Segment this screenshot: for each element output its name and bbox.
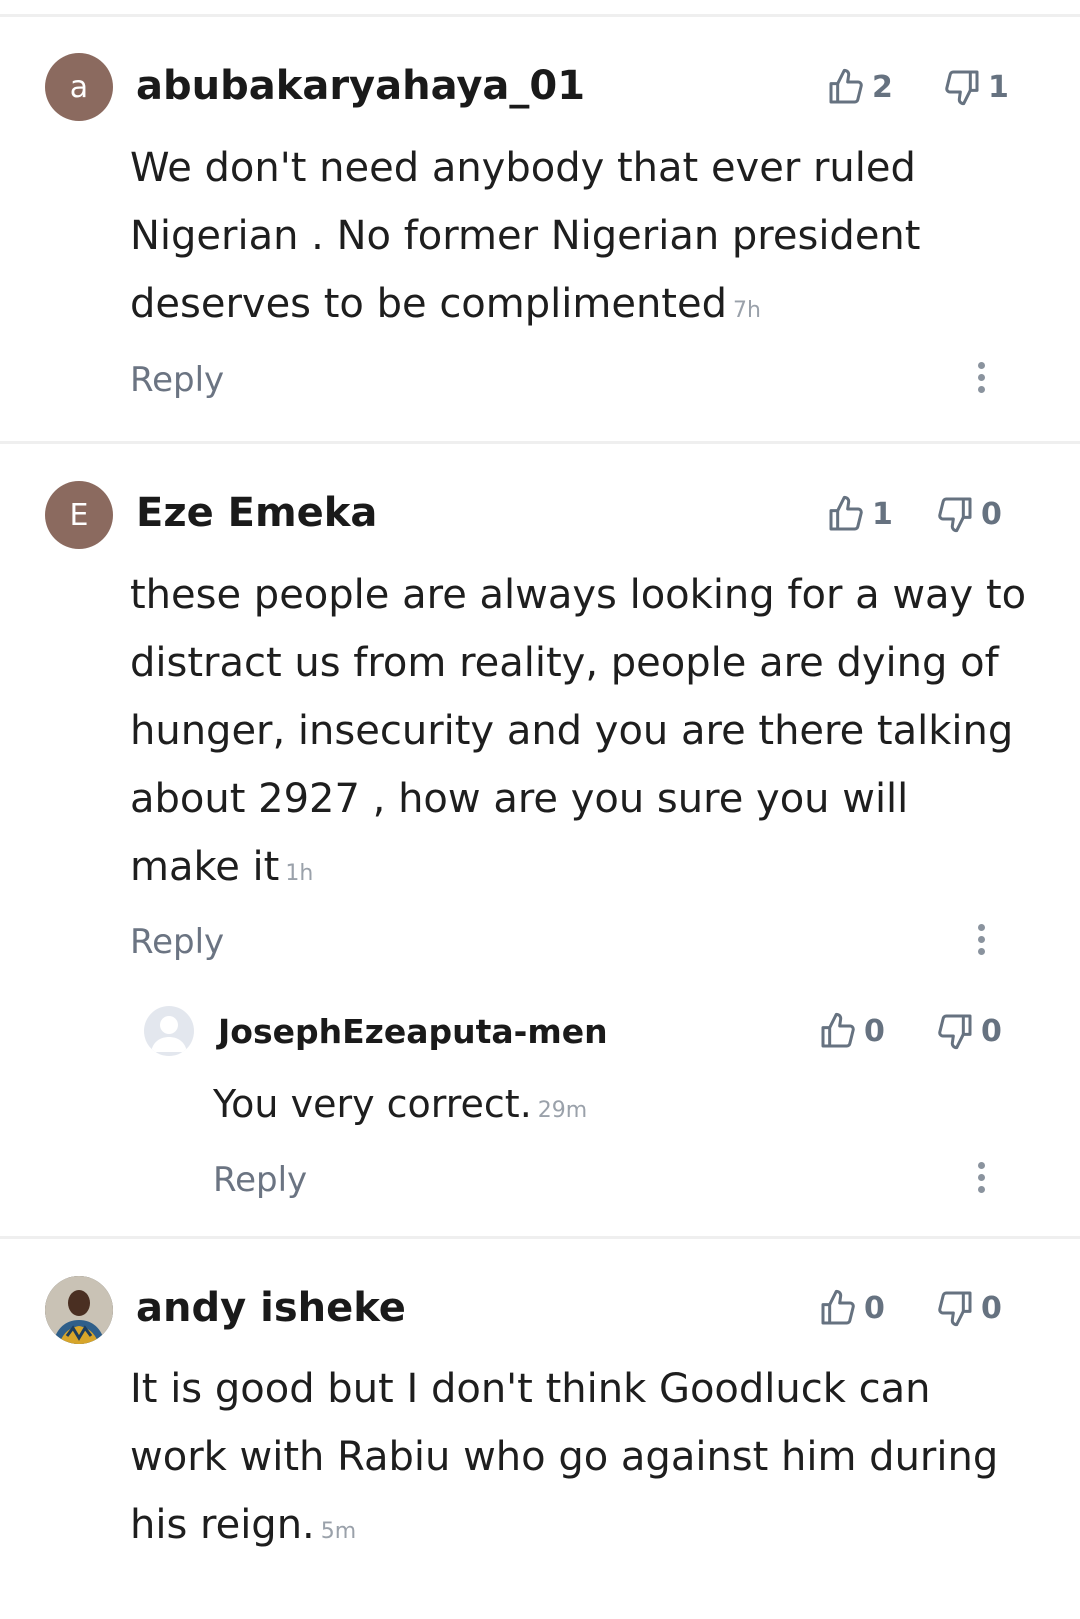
dislike-count: 0	[981, 1290, 1002, 1326]
comment-divider	[0, 441, 1080, 444]
like-count: 2	[872, 69, 893, 105]
dislike-count: 0	[981, 1013, 1002, 1049]
comment-time: 5m	[320, 1519, 357, 1544]
like-button[interactable]: 2	[826, 66, 893, 108]
like-button[interactable]: 0	[818, 1287, 885, 1329]
thumbs-down-icon	[945, 70, 979, 106]
avatar[interactable]	[45, 1276, 113, 1344]
reply-button[interactable]: Reply	[130, 360, 224, 400]
thumbs-down-icon	[938, 1014, 972, 1050]
comment-text-block: We don't need anybody that ever ruled Ni…	[130, 134, 960, 345]
comment-text: We don't need anybody that ever ruled Ni…	[130, 145, 921, 327]
reply-username[interactable]: JosephEzeaputa-men	[218, 1012, 608, 1051]
top-divider	[0, 14, 1080, 17]
avatar-letter: a	[69, 69, 89, 105]
thumbs-up-icon	[821, 1012, 855, 1048]
dislike-count: 0	[981, 496, 1002, 532]
comment-time: 1h	[285, 861, 314, 886]
comment-divider	[0, 1236, 1080, 1239]
thumbs-up-icon	[821, 1289, 855, 1325]
dislike-button[interactable]: 1	[942, 66, 1009, 108]
comment-username[interactable]: Eze Emeka	[136, 490, 377, 536]
dislike-count: 1	[988, 69, 1009, 105]
default-user-icon	[151, 1016, 187, 1052]
thumbs-down-icon	[938, 1291, 972, 1327]
reply-button[interactable]: Reply	[130, 922, 224, 962]
like-button[interactable]: 0	[818, 1010, 885, 1052]
dislike-button[interactable]: 0	[935, 1287, 1002, 1329]
dislike-button[interactable]: 0	[935, 493, 1002, 535]
reply-button[interactable]: Reply	[213, 1160, 307, 1200]
more-options-icon[interactable]	[975, 362, 987, 396]
comment-text: these people are always looking for a wa…	[130, 572, 1027, 890]
avatar[interactable]: E	[45, 481, 113, 549]
avatar[interactable]: a	[45, 53, 113, 121]
more-options-icon[interactable]	[975, 1162, 987, 1196]
reply-time: 29m	[537, 1098, 588, 1123]
like-button[interactable]: 1	[826, 493, 893, 535]
comment-text: It is good but I don't think Goodluck ca…	[130, 1366, 999, 1548]
thumbs-up-icon	[829, 68, 863, 104]
avatar[interactable]	[144, 1006, 194, 1056]
reply-text: You very correct.	[213, 1082, 532, 1126]
like-count: 0	[864, 1290, 885, 1326]
avatar-letter: E	[69, 497, 89, 533]
more-options-icon[interactable]	[975, 924, 987, 958]
like-count: 0	[864, 1013, 885, 1049]
like-count: 1	[872, 496, 893, 532]
user-photo-icon	[45, 1276, 113, 1344]
reply-text-block: You very correct. 29m	[213, 1070, 1013, 1145]
comment-text-block: these people are always looking for a wa…	[130, 561, 1030, 908]
comment-text-block: It is good but I don't think Goodluck ca…	[130, 1355, 1030, 1566]
comment-username[interactable]: abubakaryahaya_01	[136, 63, 585, 109]
thumbs-down-icon	[938, 497, 972, 533]
comment-username[interactable]: andy isheke	[136, 1285, 406, 1331]
dislike-button[interactable]: 0	[935, 1010, 1002, 1052]
thumbs-up-icon	[829, 495, 863, 531]
comment-time: 7h	[732, 298, 761, 323]
